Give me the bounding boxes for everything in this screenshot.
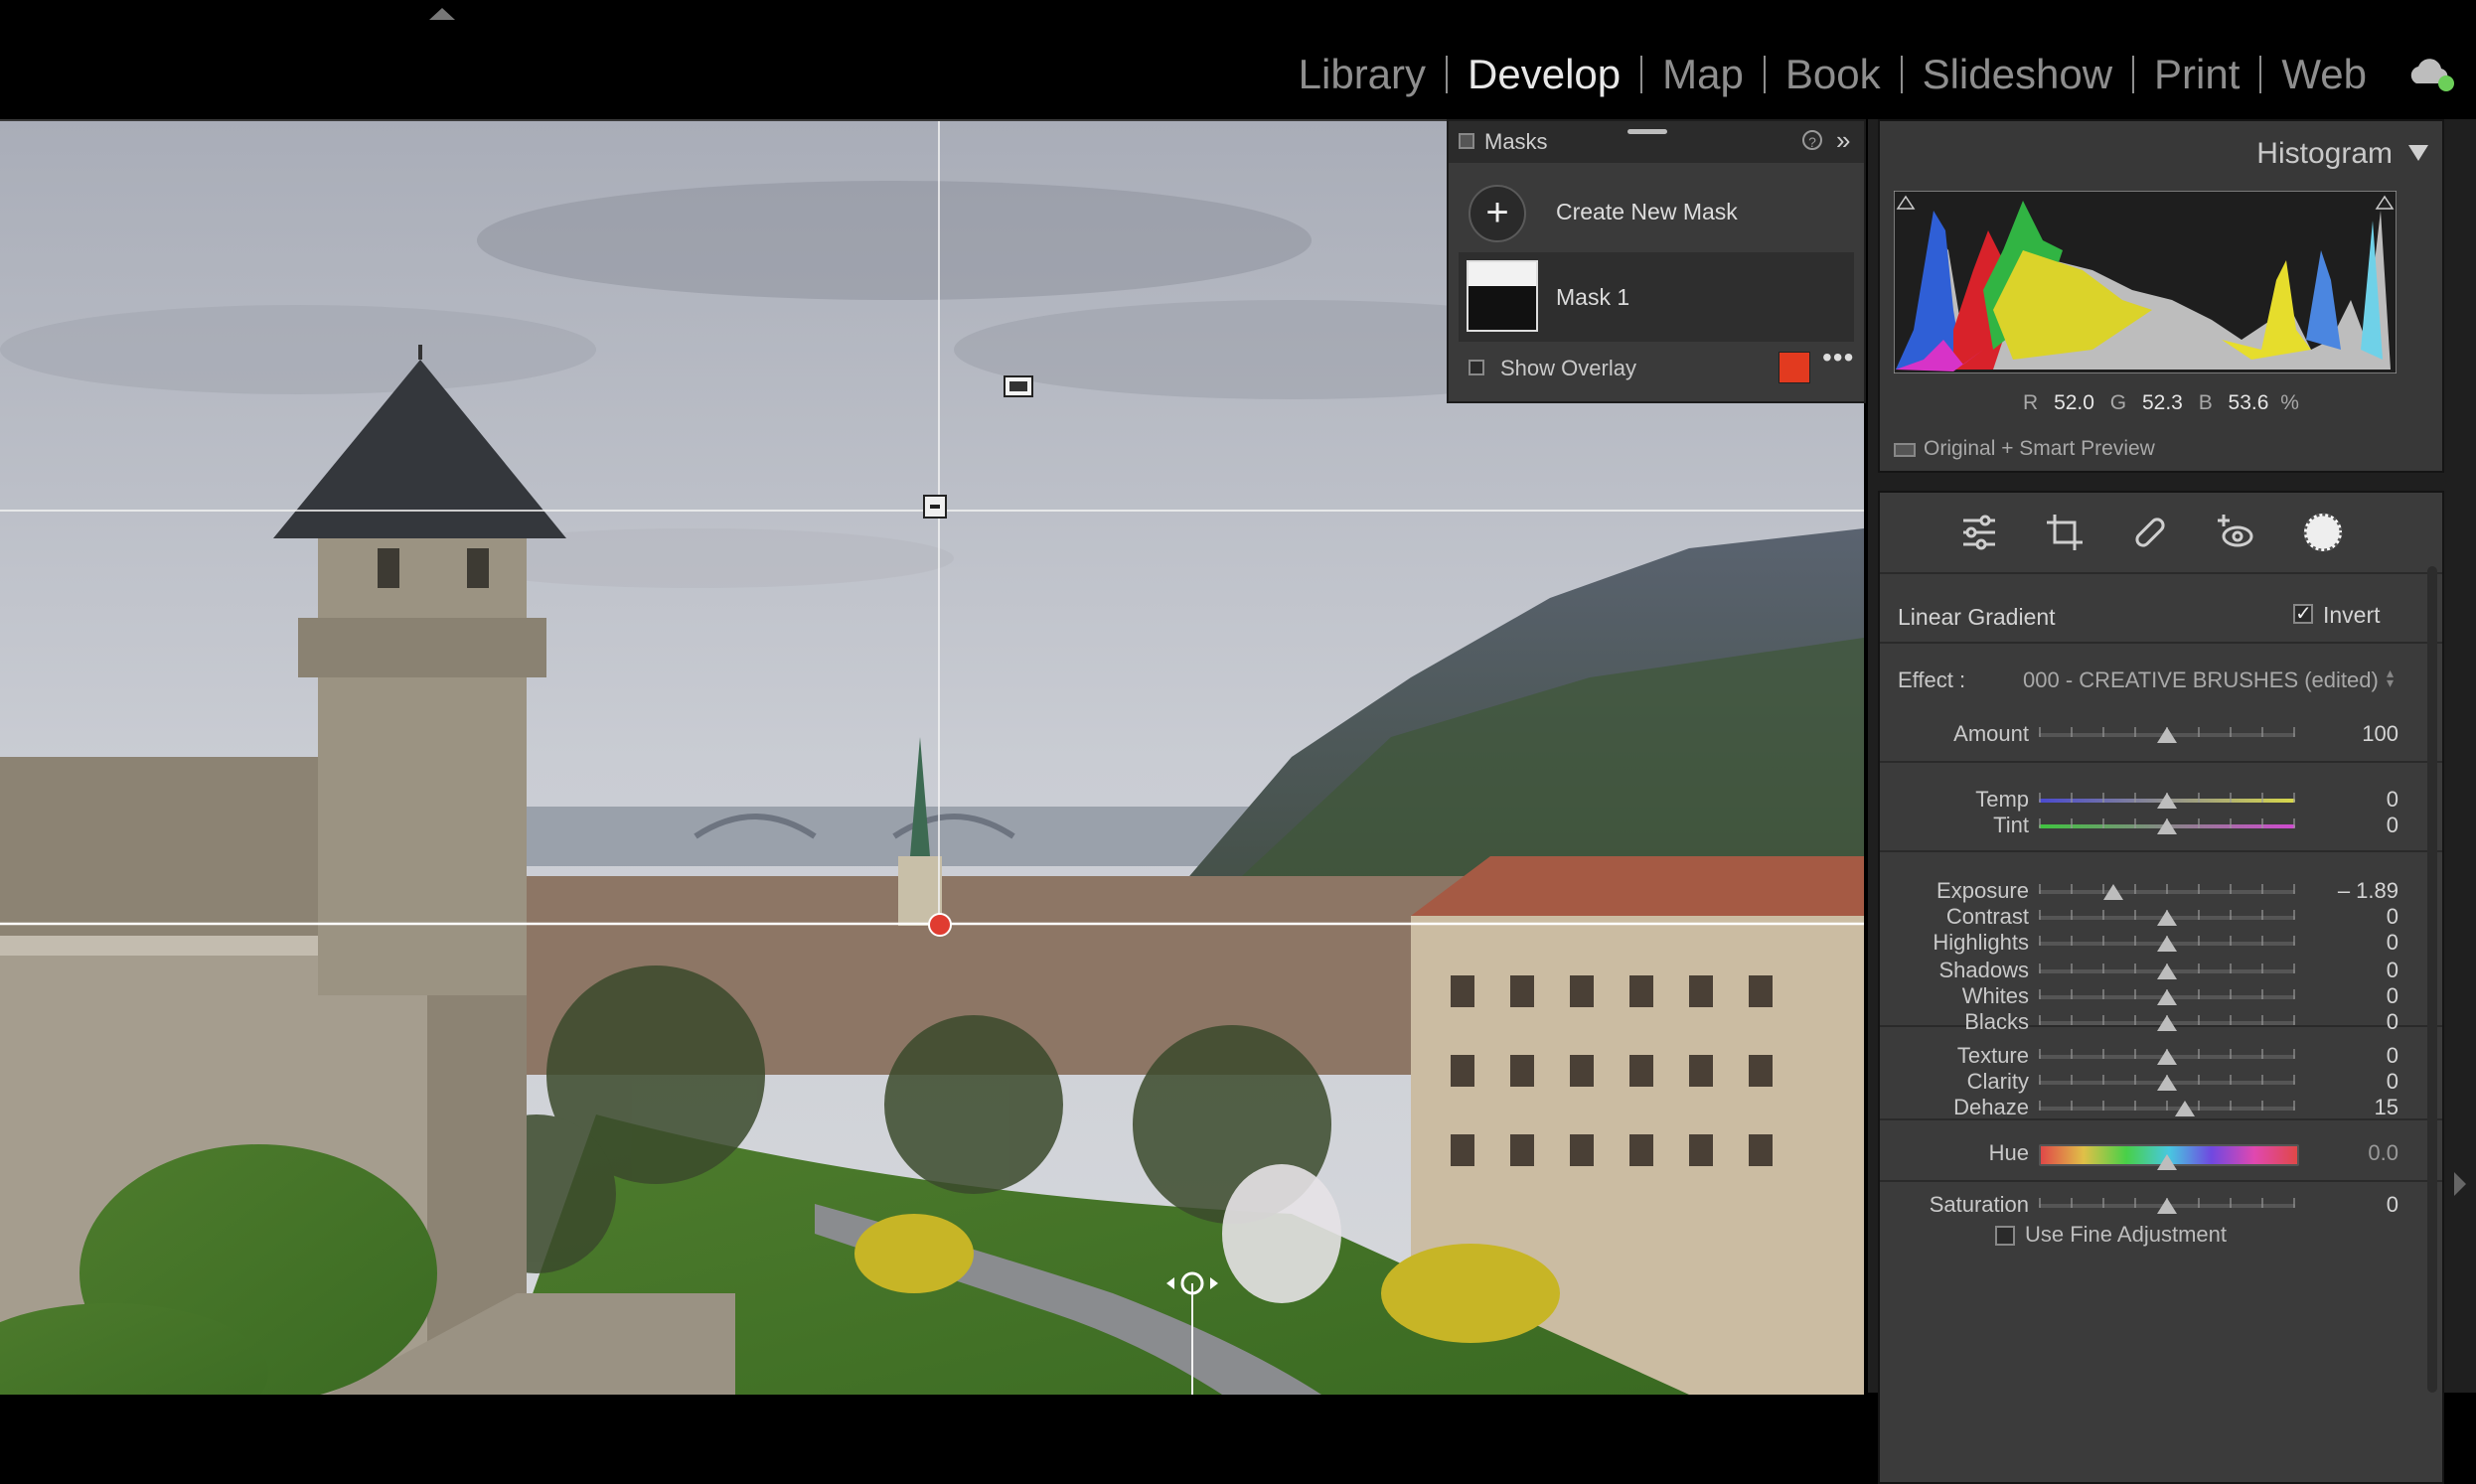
contrast-value[interactable]: 0 bbox=[2309, 904, 2399, 930]
tint-label: Tint bbox=[1880, 813, 2029, 838]
g-label: G bbox=[2110, 391, 2126, 414]
module-print[interactable]: Print bbox=[2134, 51, 2259, 98]
hue-label: Hue bbox=[1880, 1140, 2029, 1166]
right-panel: Histogram R 52.0 G 52.3 B 53.6 % bbox=[1868, 119, 2476, 1393]
show-overlay-checkbox[interactable] bbox=[1469, 360, 1484, 375]
hue-value[interactable]: 0.0 bbox=[2309, 1140, 2399, 1166]
exposure-tick-marks bbox=[2039, 884, 2295, 894]
blacks-label: Blacks bbox=[1880, 1009, 2029, 1035]
module-web[interactable]: Web bbox=[2261, 51, 2387, 98]
masks-title: Masks bbox=[1484, 129, 1548, 155]
histogram-graph[interactable] bbox=[1894, 191, 2397, 373]
plus-icon: + bbox=[1469, 185, 1526, 242]
module-picker: LibraryDevelopMapBookSlideshowPrintWeb bbox=[1279, 40, 2387, 109]
gradient-edge-handle[interactable] bbox=[923, 495, 947, 519]
section-divider bbox=[1880, 1180, 2442, 1182]
shadows-slider-thumb[interactable] bbox=[2157, 964, 2177, 979]
module-develop[interactable]: Develop bbox=[1448, 51, 1640, 98]
double-chevron-right-icon[interactable]: » bbox=[1836, 125, 1850, 156]
saturation-label: Saturation bbox=[1880, 1192, 2029, 1218]
module-slideshow[interactable]: Slideshow bbox=[1903, 51, 2132, 98]
show-overlay-label: Show Overlay bbox=[1500, 356, 1636, 381]
b-value: 53.6 bbox=[2229, 391, 2269, 414]
module-book[interactable]: Book bbox=[1766, 51, 1901, 98]
amount-slider-thumb[interactable] bbox=[2157, 727, 2177, 743]
whites-slider-thumb[interactable] bbox=[2157, 989, 2177, 1005]
cloud-sync-icon[interactable] bbox=[2406, 54, 2456, 93]
rgb-readout: R 52.0 G 52.3 B 53.6 % bbox=[1880, 391, 2442, 415]
tint-slider-thumb[interactable] bbox=[2157, 818, 2177, 834]
mask-item-label: Mask 1 bbox=[1556, 284, 1629, 311]
expand-right-triangle-icon[interactable] bbox=[2454, 1172, 2466, 1196]
contrast-label: Contrast bbox=[1880, 904, 2029, 930]
highlights-label: Highlights bbox=[1880, 930, 2029, 956]
clarity-label: Clarity bbox=[1880, 1069, 2029, 1095]
temp-value[interactable]: 0 bbox=[2309, 787, 2399, 813]
histogram-panel: Histogram R 52.0 G 52.3 B 53.6 % bbox=[1878, 119, 2444, 473]
shadows-label: Shadows bbox=[1880, 958, 2029, 983]
clarity-slider-thumb[interactable] bbox=[2157, 1075, 2177, 1091]
shadows-value[interactable]: 0 bbox=[2309, 958, 2399, 983]
smart-preview-icon[interactable] bbox=[1894, 443, 1916, 457]
highlights-value[interactable]: 0 bbox=[2309, 930, 2399, 956]
overlay-color-swatch[interactable] bbox=[1779, 352, 1810, 383]
more-options-icon[interactable]: ••• bbox=[1822, 342, 1854, 373]
blacks-value[interactable]: 0 bbox=[2309, 1009, 2399, 1035]
blacks-slider-thumb[interactable] bbox=[2157, 1015, 2177, 1031]
masks-panel-header[interactable]: Masks ? » bbox=[1449, 121, 1864, 163]
fine-adjust-label[interactable]: Use Fine Adjustment bbox=[2025, 1222, 2227, 1248]
highlights-slider-thumb[interactable] bbox=[2157, 936, 2177, 952]
panel-toggle-icon[interactable] bbox=[1459, 133, 1474, 149]
contrast-slider-thumb[interactable] bbox=[2157, 910, 2177, 926]
dehaze-slider-thumb[interactable] bbox=[2175, 1101, 2195, 1116]
b-label: B bbox=[2199, 391, 2213, 414]
module-map[interactable]: Map bbox=[1642, 51, 1764, 98]
drag-handle-icon[interactable] bbox=[1627, 129, 1667, 134]
create-new-mask-button[interactable]: + Create New Mask bbox=[1449, 163, 1864, 252]
whites-label: Whites bbox=[1880, 983, 2029, 1009]
exposure-label: Exposure bbox=[1880, 878, 2029, 904]
g-value: 52.3 bbox=[2142, 391, 2183, 414]
r-value: 52.0 bbox=[2054, 391, 2094, 414]
mask-pin-icon[interactable] bbox=[1004, 375, 1033, 397]
texture-slider-thumb[interactable] bbox=[2157, 1049, 2177, 1065]
histogram-title: Histogram bbox=[2256, 137, 2393, 171]
percent-unit: % bbox=[2280, 391, 2299, 414]
amount-label: Amount bbox=[1880, 721, 2029, 747]
dehaze-tick-marks bbox=[2039, 1101, 2295, 1111]
mask-thumbnail bbox=[1467, 260, 1538, 332]
whites-value[interactable]: 0 bbox=[2309, 983, 2399, 1009]
r-label: R bbox=[2023, 391, 2038, 414]
help-circle-icon[interactable]: ? bbox=[1802, 130, 1822, 150]
tint-value[interactable]: 0 bbox=[2309, 813, 2399, 838]
texture-value[interactable]: 0 bbox=[2309, 1043, 2399, 1069]
slider-list: Amount 100 Temp 0 Tint 0 Exposure – 1.89 Contras… bbox=[1880, 493, 2442, 1482]
fine-adjust-checkbox[interactable] bbox=[1995, 1226, 2015, 1246]
mask-list-item[interactable]: Mask 1 bbox=[1459, 252, 1854, 342]
amount-value[interactable]: 100 bbox=[2309, 721, 2399, 747]
right-panel-scrollbar[interactable] bbox=[2424, 119, 2440, 1393]
rotate-cursor-icon bbox=[1162, 1263, 1222, 1303]
preview-status-label[interactable]: Original + Smart Preview bbox=[1924, 437, 2155, 461]
temp-label: Temp bbox=[1880, 787, 2029, 813]
create-new-mask-label: Create New Mask bbox=[1556, 199, 1738, 225]
collapse-top-panel-icon[interactable] bbox=[429, 8, 455, 20]
saturation-value[interactable]: 0 bbox=[2309, 1192, 2399, 1218]
section-divider bbox=[1880, 761, 2442, 763]
module-library[interactable]: Library bbox=[1279, 51, 1446, 98]
exposure-slider-thumb[interactable] bbox=[2103, 884, 2123, 900]
exposure-value[interactable]: – 1.89 bbox=[2309, 878, 2399, 904]
show-overlay-row: Show Overlay ••• bbox=[1449, 336, 1864, 395]
section-divider bbox=[1880, 850, 2442, 852]
mask-adjustment-panel: Linear Gradient ✓ Invert Effect : 000 - … bbox=[1878, 491, 2444, 1484]
dehaze-label: Dehaze bbox=[1880, 1095, 2029, 1120]
temp-slider-thumb[interactable] bbox=[2157, 793, 2177, 809]
saturation-slider-thumb[interactable] bbox=[2157, 1198, 2177, 1214]
gradient-center-pin[interactable] bbox=[928, 913, 952, 937]
texture-label: Texture bbox=[1880, 1043, 2029, 1069]
hue-slider-thumb[interactable] bbox=[2157, 1154, 2177, 1170]
dehaze-value[interactable]: 15 bbox=[2309, 1095, 2399, 1120]
clarity-value[interactable]: 0 bbox=[2309, 1069, 2399, 1095]
masks-panel: Masks ? » + Create New Mask Mask 1 Show … bbox=[1447, 119, 1866, 403]
